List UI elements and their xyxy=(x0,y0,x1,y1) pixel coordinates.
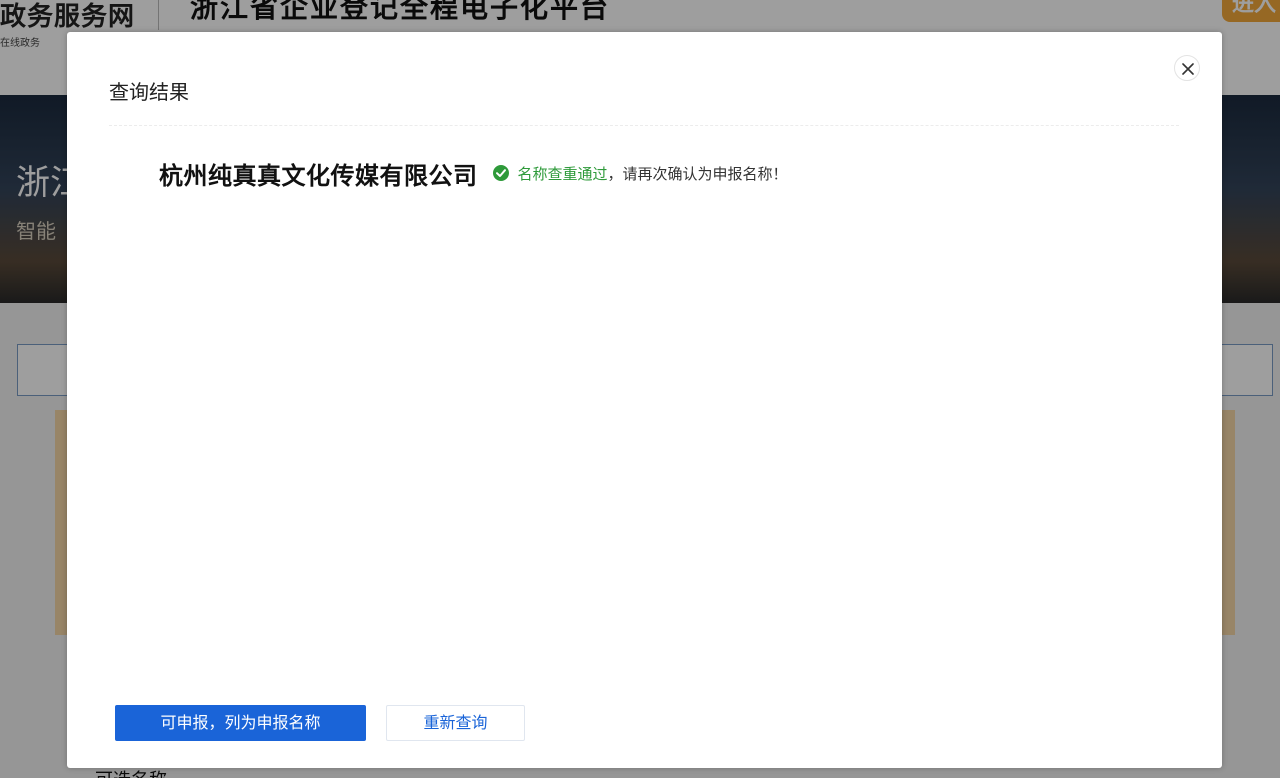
check-circle-icon xyxy=(492,165,509,181)
title-divider xyxy=(109,125,1179,126)
company-name: 杭州纯真真文化传媒有限公司 xyxy=(159,161,478,190)
close-icon xyxy=(1182,63,1194,75)
declare-name-button[interactable]: 可申报，列为申报名称 xyxy=(115,705,366,741)
status-pass-text: 名称查重通过 xyxy=(517,164,608,183)
requery-button[interactable]: 重新查询 xyxy=(386,705,525,741)
status-confirm-text: ，请再次确认为申报名称！ xyxy=(607,164,788,183)
result-row: 杭州纯真真文化传媒有限公司 名称查重通过 ，请再次确认为申报名称！ xyxy=(159,156,788,190)
close-button[interactable] xyxy=(1174,55,1200,81)
dialog-title: 查询结果 xyxy=(109,80,189,104)
query-result-dialog: 查询结果 杭州纯真真文化传媒有限公司 名称查重通过 ，请再次确认为申报名称！ 可… xyxy=(67,32,1222,768)
